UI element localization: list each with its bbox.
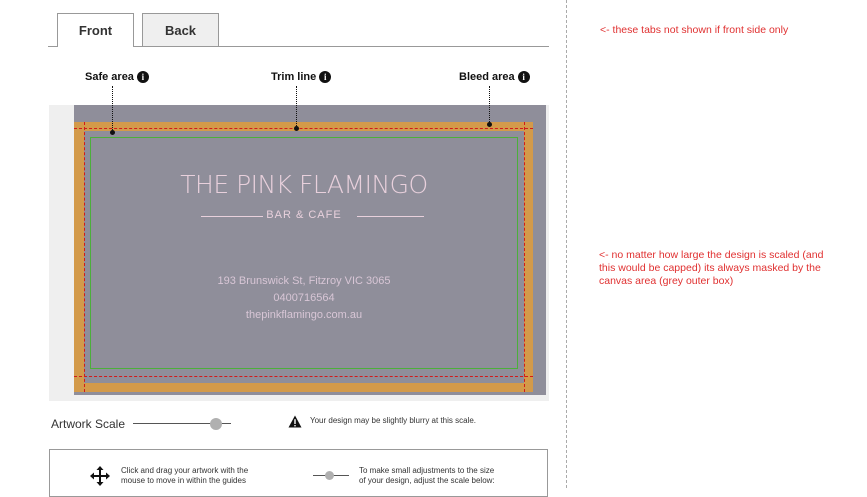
bleed-area-pointer-dot	[487, 122, 492, 127]
scale-instruction-line1: To make small adjustments to the size	[359, 466, 495, 475]
artwork-scale-thumb[interactable]	[210, 418, 223, 430]
mask-note-line2: this would be capped) its always masked …	[599, 262, 821, 274]
bleed-area-pointer	[489, 86, 490, 124]
tab-front[interactable]: Front	[57, 13, 134, 47]
mask-note-line3: canvas area (grey outer box)	[599, 275, 734, 287]
info-icon[interactable]: i	[319, 71, 332, 83]
trim-line-label[interactable]: Trim line i	[271, 71, 332, 83]
card-phone: 0400716564	[273, 292, 335, 304]
bleed-area-label[interactable]: Bleed area i	[459, 71, 530, 83]
safe-area-label[interactable]: Safe area i	[85, 71, 149, 83]
trim-line-pointer-dot	[294, 126, 299, 131]
trim-line-text: Trim line	[271, 71, 317, 83]
drag-instruction-line2: mouse to move in within the guides	[121, 476, 246, 485]
drag-instruction: Click and drag your artwork with the mou…	[121, 466, 248, 486]
move-icon	[90, 466, 110, 486]
info-icon[interactable]: i	[136, 71, 149, 83]
scale-instruction: To make small adjustments to the size of…	[359, 466, 495, 486]
mini-slider-thumb-icon	[325, 471, 334, 480]
trim-line-top	[74, 128, 533, 129]
info-icon[interactable]: i	[517, 71, 530, 83]
warning-icon	[288, 415, 302, 428]
tabs-note: <- these tabs not shown if front side on…	[600, 24, 789, 36]
card-website: thepinkflamingo.com.au	[245, 309, 363, 321]
tab-back[interactable]: Back	[142, 13, 219, 46]
safe-area-text: Safe area	[85, 71, 134, 83]
column-divider	[566, 0, 567, 488]
artwork-scale-label: Artwork Scale	[51, 417, 126, 431]
trim-line-bottom	[74, 376, 533, 377]
card-address: 193 Brunswick St, Fitzroy VIC 3065	[217, 275, 391, 287]
trim-line-right	[524, 122, 525, 392]
mask-note: <- no matter how large the design is sca…	[599, 249, 823, 288]
mask-note-line1: <- no matter how large the design is sca…	[599, 249, 824, 261]
trim-line-pointer	[296, 86, 297, 128]
card-subtitle: BAR & CAFE	[266, 209, 342, 221]
drag-instruction-line1: Click and drag your artwork with the	[121, 466, 249, 475]
blurry-warning-text: Your design may be slightly blurry at th…	[310, 416, 477, 425]
trim-line-left	[84, 122, 85, 392]
safe-area-pointer	[112, 86, 113, 132]
card-title: THE PINK FLAMINGO	[180, 170, 428, 199]
scale-instruction-line2: of your design, adjust the scale below:	[359, 476, 495, 485]
safe-area-pointer-dot	[110, 130, 115, 135]
bleed-area-text: Bleed area	[459, 71, 515, 83]
